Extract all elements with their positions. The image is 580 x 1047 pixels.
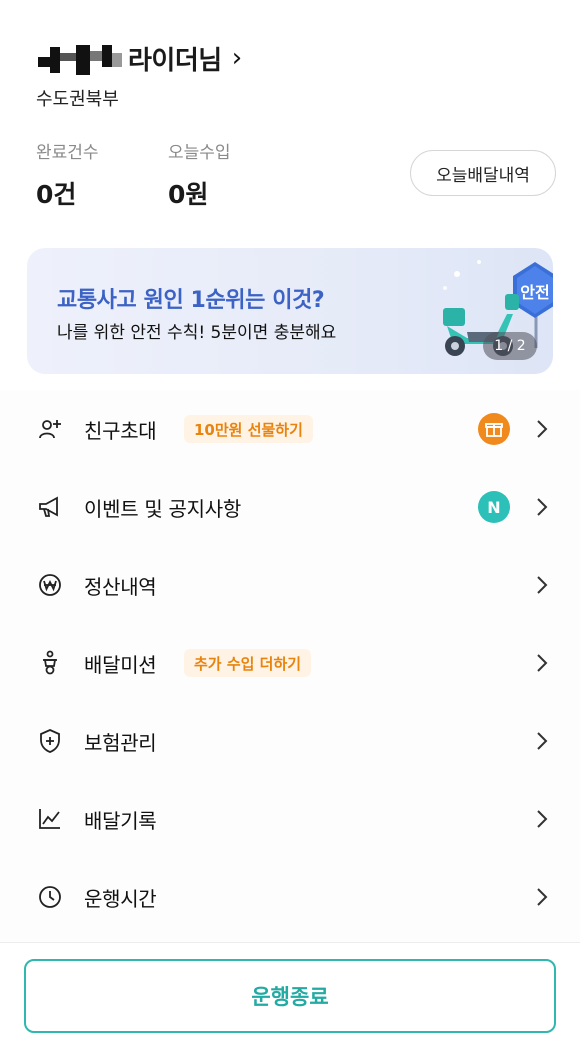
shield-plus-icon [36, 727, 64, 755]
masked-rider-name [36, 41, 124, 75]
menu-item-settlement[interactable]: 정산내역 [0, 546, 580, 624]
menu-item-invite-friends[interactable]: 친구초대 10만원 선물하기 [0, 390, 580, 468]
line-chart-icon [36, 805, 64, 833]
footer-bar: 운행종료 [0, 942, 580, 1047]
stat-value: 0건 [36, 180, 77, 209]
completed-count-stat: 완료건수 0건 [36, 138, 168, 211]
rider-title: 라이더님 [128, 45, 222, 76]
menu-list: 친구초대 10만원 선물하기 이벤트 및 공지사항 N 정산내역 배달미션 추가… [0, 390, 580, 942]
extra-income-badge: 추가 수입 더하기 [184, 649, 312, 677]
won-coin-icon [36, 571, 64, 599]
chevron-right-icon [534, 883, 550, 911]
safety-banner[interactable]: 교통사고 원인 1순위는 이것? 나를 위한 안전 수칙! 5분이면 충분해요 … [27, 248, 553, 374]
stat-value: 0원 [168, 180, 209, 209]
menu-label: 정산내역 [84, 574, 157, 599]
menu-label: 배달미션 [84, 652, 157, 677]
chevron-right-icon [534, 415, 550, 443]
menu-label: 운행시간 [84, 886, 157, 911]
today-delivery-history-button[interactable]: 오늘배달내역 [410, 150, 556, 196]
end-driving-button[interactable]: 운행종료 [24, 959, 556, 1033]
new-indicator-badge: N [478, 491, 510, 523]
rider-name-link[interactable]: 라이더님 › [36, 38, 242, 78]
clock-icon [36, 883, 64, 911]
stat-label: 완료건수 [36, 143, 99, 163]
gift-icon [478, 413, 510, 445]
chevron-right-icon [534, 649, 550, 677]
menu-item-delivery-mission[interactable]: 배달미션 추가 수입 더하기 [0, 624, 580, 702]
scooter-rider-icon [36, 649, 64, 677]
safety-sign-text: 안전 [520, 283, 549, 302]
rider-region: 수도권북부 [36, 89, 119, 110]
banner-pager: 1 / 2 [483, 332, 537, 360]
banner-title: 교통사고 원인 1순위는 이것? [57, 288, 325, 313]
chevron-right-icon [534, 571, 550, 599]
megaphone-icon [36, 493, 64, 521]
today-income-stat: 오늘수입 0원 [168, 138, 300, 211]
reward-badge: 10만원 선물하기 [184, 415, 313, 443]
menu-label: 친구초대 [84, 418, 157, 443]
menu-item-events-notices[interactable]: 이벤트 및 공지사항 N [0, 468, 580, 546]
chevron-right-icon: › [231, 43, 243, 73]
menu-label: 이벤트 및 공지사항 [84, 496, 241, 521]
menu-label: 보험관리 [84, 730, 157, 755]
rider-header: 라이더님 › 수도권북부 완료건수 0건 오늘수입 0원 오늘배달내역 [0, 0, 580, 230]
chevron-right-icon [534, 805, 550, 833]
person-add-icon [36, 415, 64, 443]
menu-item-driving-hours[interactable]: 운행시간 [0, 858, 580, 936]
chevron-right-icon [534, 493, 550, 521]
stats-row: 완료건수 0건 오늘수입 0원 [36, 138, 300, 211]
stat-label: 오늘수입 [168, 143, 231, 163]
menu-label: 배달기록 [84, 808, 157, 833]
menu-item-delivery-records[interactable]: 배달기록 [0, 780, 580, 858]
banner-subtitle: 나를 위한 안전 수칙! 5분이면 충분해요 [57, 323, 337, 343]
chevron-right-icon [534, 727, 550, 755]
menu-item-insurance[interactable]: 보험관리 [0, 702, 580, 780]
